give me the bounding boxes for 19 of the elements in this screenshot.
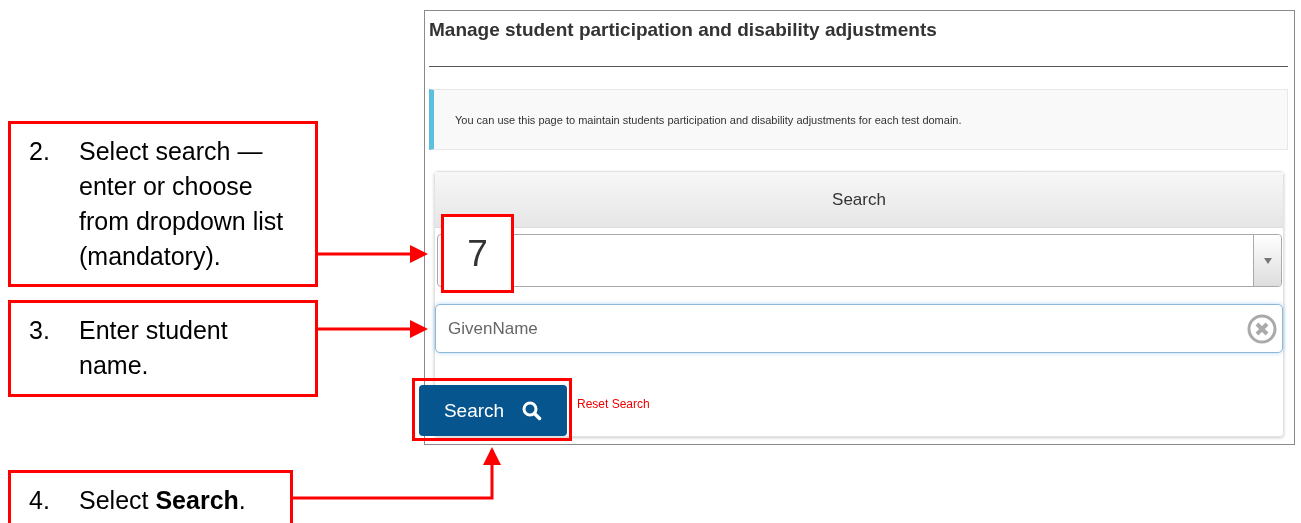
search-header[interactable]: Search [435,172,1283,229]
callout-text: Select Search. [79,485,246,516]
caret-icon [1263,257,1272,264]
step-number: 3. [29,315,51,346]
search-select[interactable] [437,234,1282,287]
dropdown-button[interactable] [1253,235,1281,286]
name-field[interactable]: GivenName [435,304,1283,353]
step-marker: 7 [441,214,514,293]
clear-icon[interactable] [1247,314,1277,344]
callout-text: Select search — enter or choose from dropdown list (mandatory). [79,136,285,272]
search-icon [522,400,543,421]
callout-text: Enter student name. [79,315,229,381]
search-heading: Search [832,189,886,210]
step-number: 4. [29,485,51,516]
step-number: 2. [29,136,51,167]
info-text: You can use this page to maintain students participation and disability adjustments for each test domain. [455,113,962,126]
reset-search-link[interactable]: Reset Search [577,397,650,411]
page-title: Manage student participation and disability adjustments [429,19,937,41]
search-button[interactable]: Search [419,385,567,436]
